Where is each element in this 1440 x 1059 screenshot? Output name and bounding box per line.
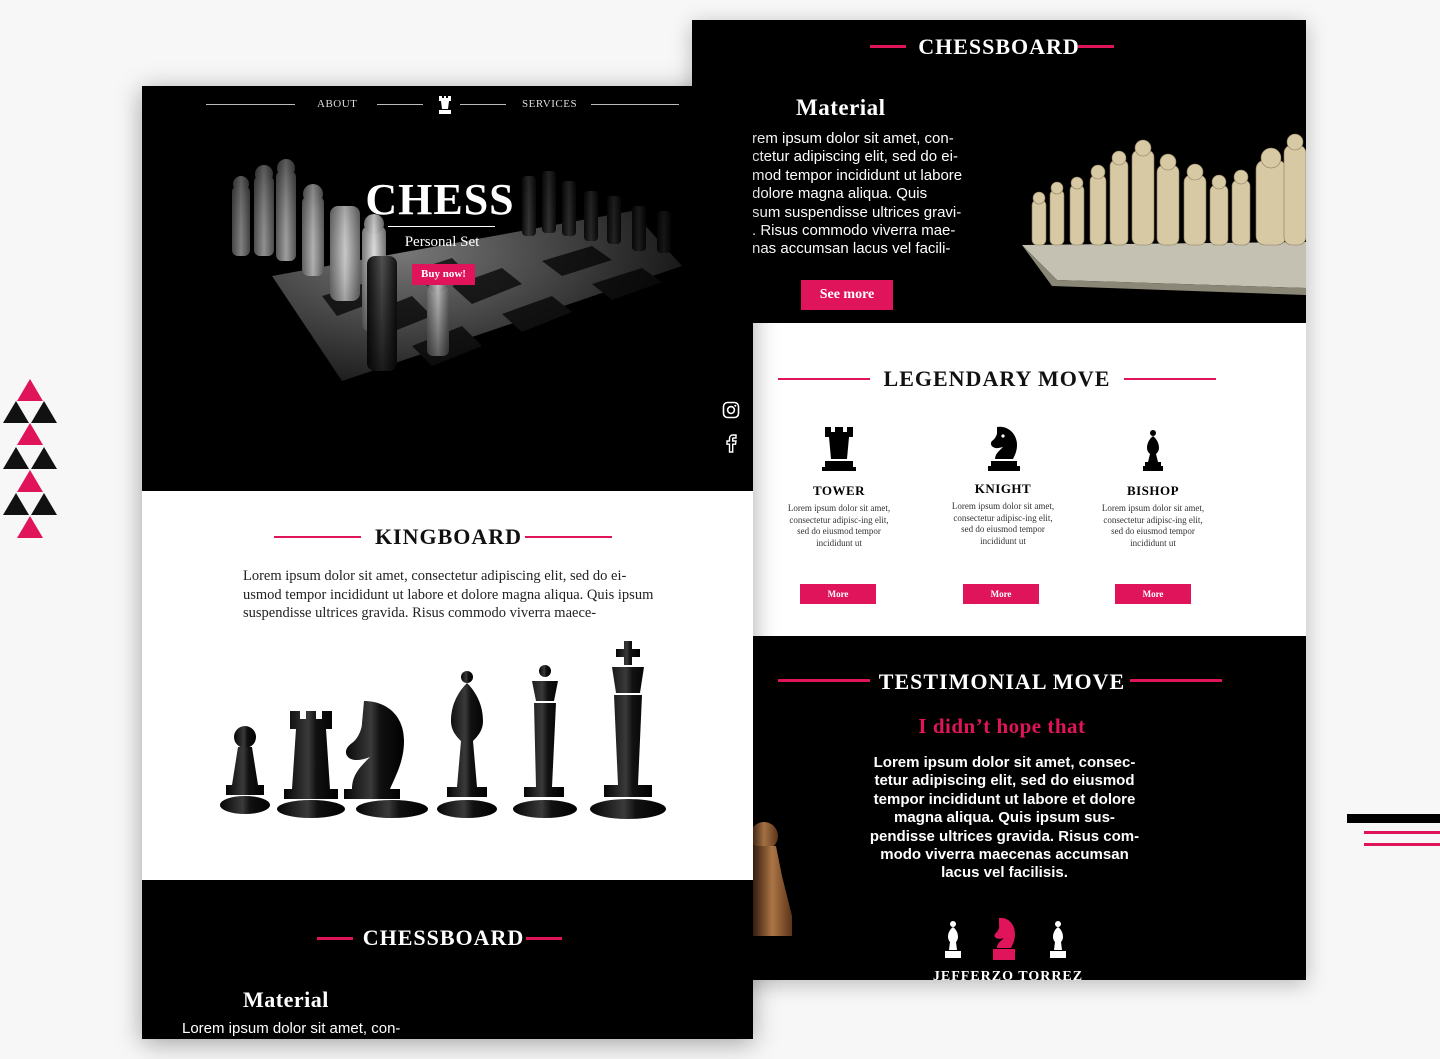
item-text: Lorem ipsum dolor sit amet, consectetur … bbox=[1101, 503, 1205, 548]
item-name: TOWER bbox=[812, 483, 866, 498]
item-text: Lorem ipsum dolor sit amet, consectetur … bbox=[787, 503, 891, 548]
quote-title: I didn’t hope that bbox=[918, 714, 1086, 738]
see-more-button[interactable]: See more bbox=[801, 280, 893, 310]
section-title: TESTIMONIAL MOVE bbox=[878, 669, 1126, 694]
legendary-item-knight: KNIGHT Lorem ipsum dolor sit amet, conse… bbox=[944, 423, 1062, 547]
rook-icon[interactable] bbox=[437, 95, 453, 115]
material-text: rem ipsum dolor sit amet, con- ctetur ad… bbox=[752, 130, 963, 258]
item-name: KNIGHT bbox=[974, 481, 1032, 496]
section-title: LEGENDARY MOVE bbox=[883, 366, 1111, 391]
legendary-section: LEGENDARY MOVE TOWER Lorem ipsum dolor s… bbox=[692, 323, 1306, 636]
nav-services[interactable]: SERVICES bbox=[522, 98, 577, 110]
legendary-item-bishop: BISHOP Lorem ipsum dolor sit amet, conse… bbox=[1094, 423, 1212, 549]
hero-subtitle: Personal Set bbox=[404, 234, 480, 250]
pawn-image bbox=[752, 822, 792, 936]
bishop-more-button[interactable]: More bbox=[1115, 584, 1191, 604]
rook-icon bbox=[822, 427, 856, 471]
material-title: Material bbox=[796, 95, 886, 120]
knight-icon bbox=[988, 426, 1020, 471]
nav-about[interactable]: ABOUT bbox=[317, 98, 357, 110]
testimonial-section: TESTIMONIAL MOVE I didn’t hope that Lore… bbox=[692, 636, 1306, 980]
front-page-preview: ABOUT SERVICES CHESS Personal Set Buy no… bbox=[142, 86, 753, 1039]
instagram-icon[interactable] bbox=[722, 401, 740, 419]
section-title: KINGBOARD bbox=[374, 524, 523, 549]
bishop-icon bbox=[945, 921, 961, 958]
testimonial-text: Lorem ipsum dolor sit amet, consec- tetu… bbox=[869, 754, 1140, 882]
bishop-icon bbox=[1050, 921, 1066, 958]
knight-more-button[interactable]: More bbox=[963, 584, 1039, 604]
item-name: BISHOP bbox=[1126, 483, 1180, 498]
tower-more-button[interactable]: More bbox=[800, 584, 876, 604]
facebook-icon[interactable] bbox=[723, 433, 739, 453]
buy-now-button[interactable]: Buy now! bbox=[412, 264, 475, 285]
hero-section: ABOUT SERVICES CHESS Personal Set Buy no… bbox=[142, 86, 753, 491]
back-page-preview: CHESSBOARD Material rem ipsum dolor sit … bbox=[692, 20, 1306, 980]
kingboard-section: KINGBOARD Lorem ipsum dolor sit amet, co… bbox=[142, 491, 753, 880]
chess-pieces-image bbox=[220, 641, 666, 819]
bishop-icon bbox=[1143, 430, 1163, 471]
hero-title: CHESS bbox=[365, 175, 515, 224]
item-text: Lorem ipsum dolor sit amet, consectetur … bbox=[951, 501, 1055, 546]
section-title: CHESSBOARD bbox=[362, 925, 525, 950]
glass-chess-image bbox=[1022, 133, 1306, 295]
material-title: Material bbox=[243, 987, 329, 1012]
chessboard-section: CHESSBOARD Material rem ipsum dolor sit … bbox=[692, 20, 1306, 323]
chessboard-section: CHESSBOARD Material Lorem ipsum dolor si… bbox=[142, 880, 753, 1039]
section-title: CHESSBOARD bbox=[918, 34, 1080, 59]
material-text: Lorem ipsum dolor sit amet, con- bbox=[182, 1020, 401, 1037]
knight-icon bbox=[993, 917, 1015, 960]
testimonial-author: JEFFERZO TORREZ bbox=[932, 969, 1084, 980]
kingboard-text: Lorem ipsum dolor sit amet, consectetur … bbox=[243, 568, 654, 622]
legendary-item-tower: TOWER Lorem ipsum dolor sit amet, consec… bbox=[780, 423, 898, 549]
